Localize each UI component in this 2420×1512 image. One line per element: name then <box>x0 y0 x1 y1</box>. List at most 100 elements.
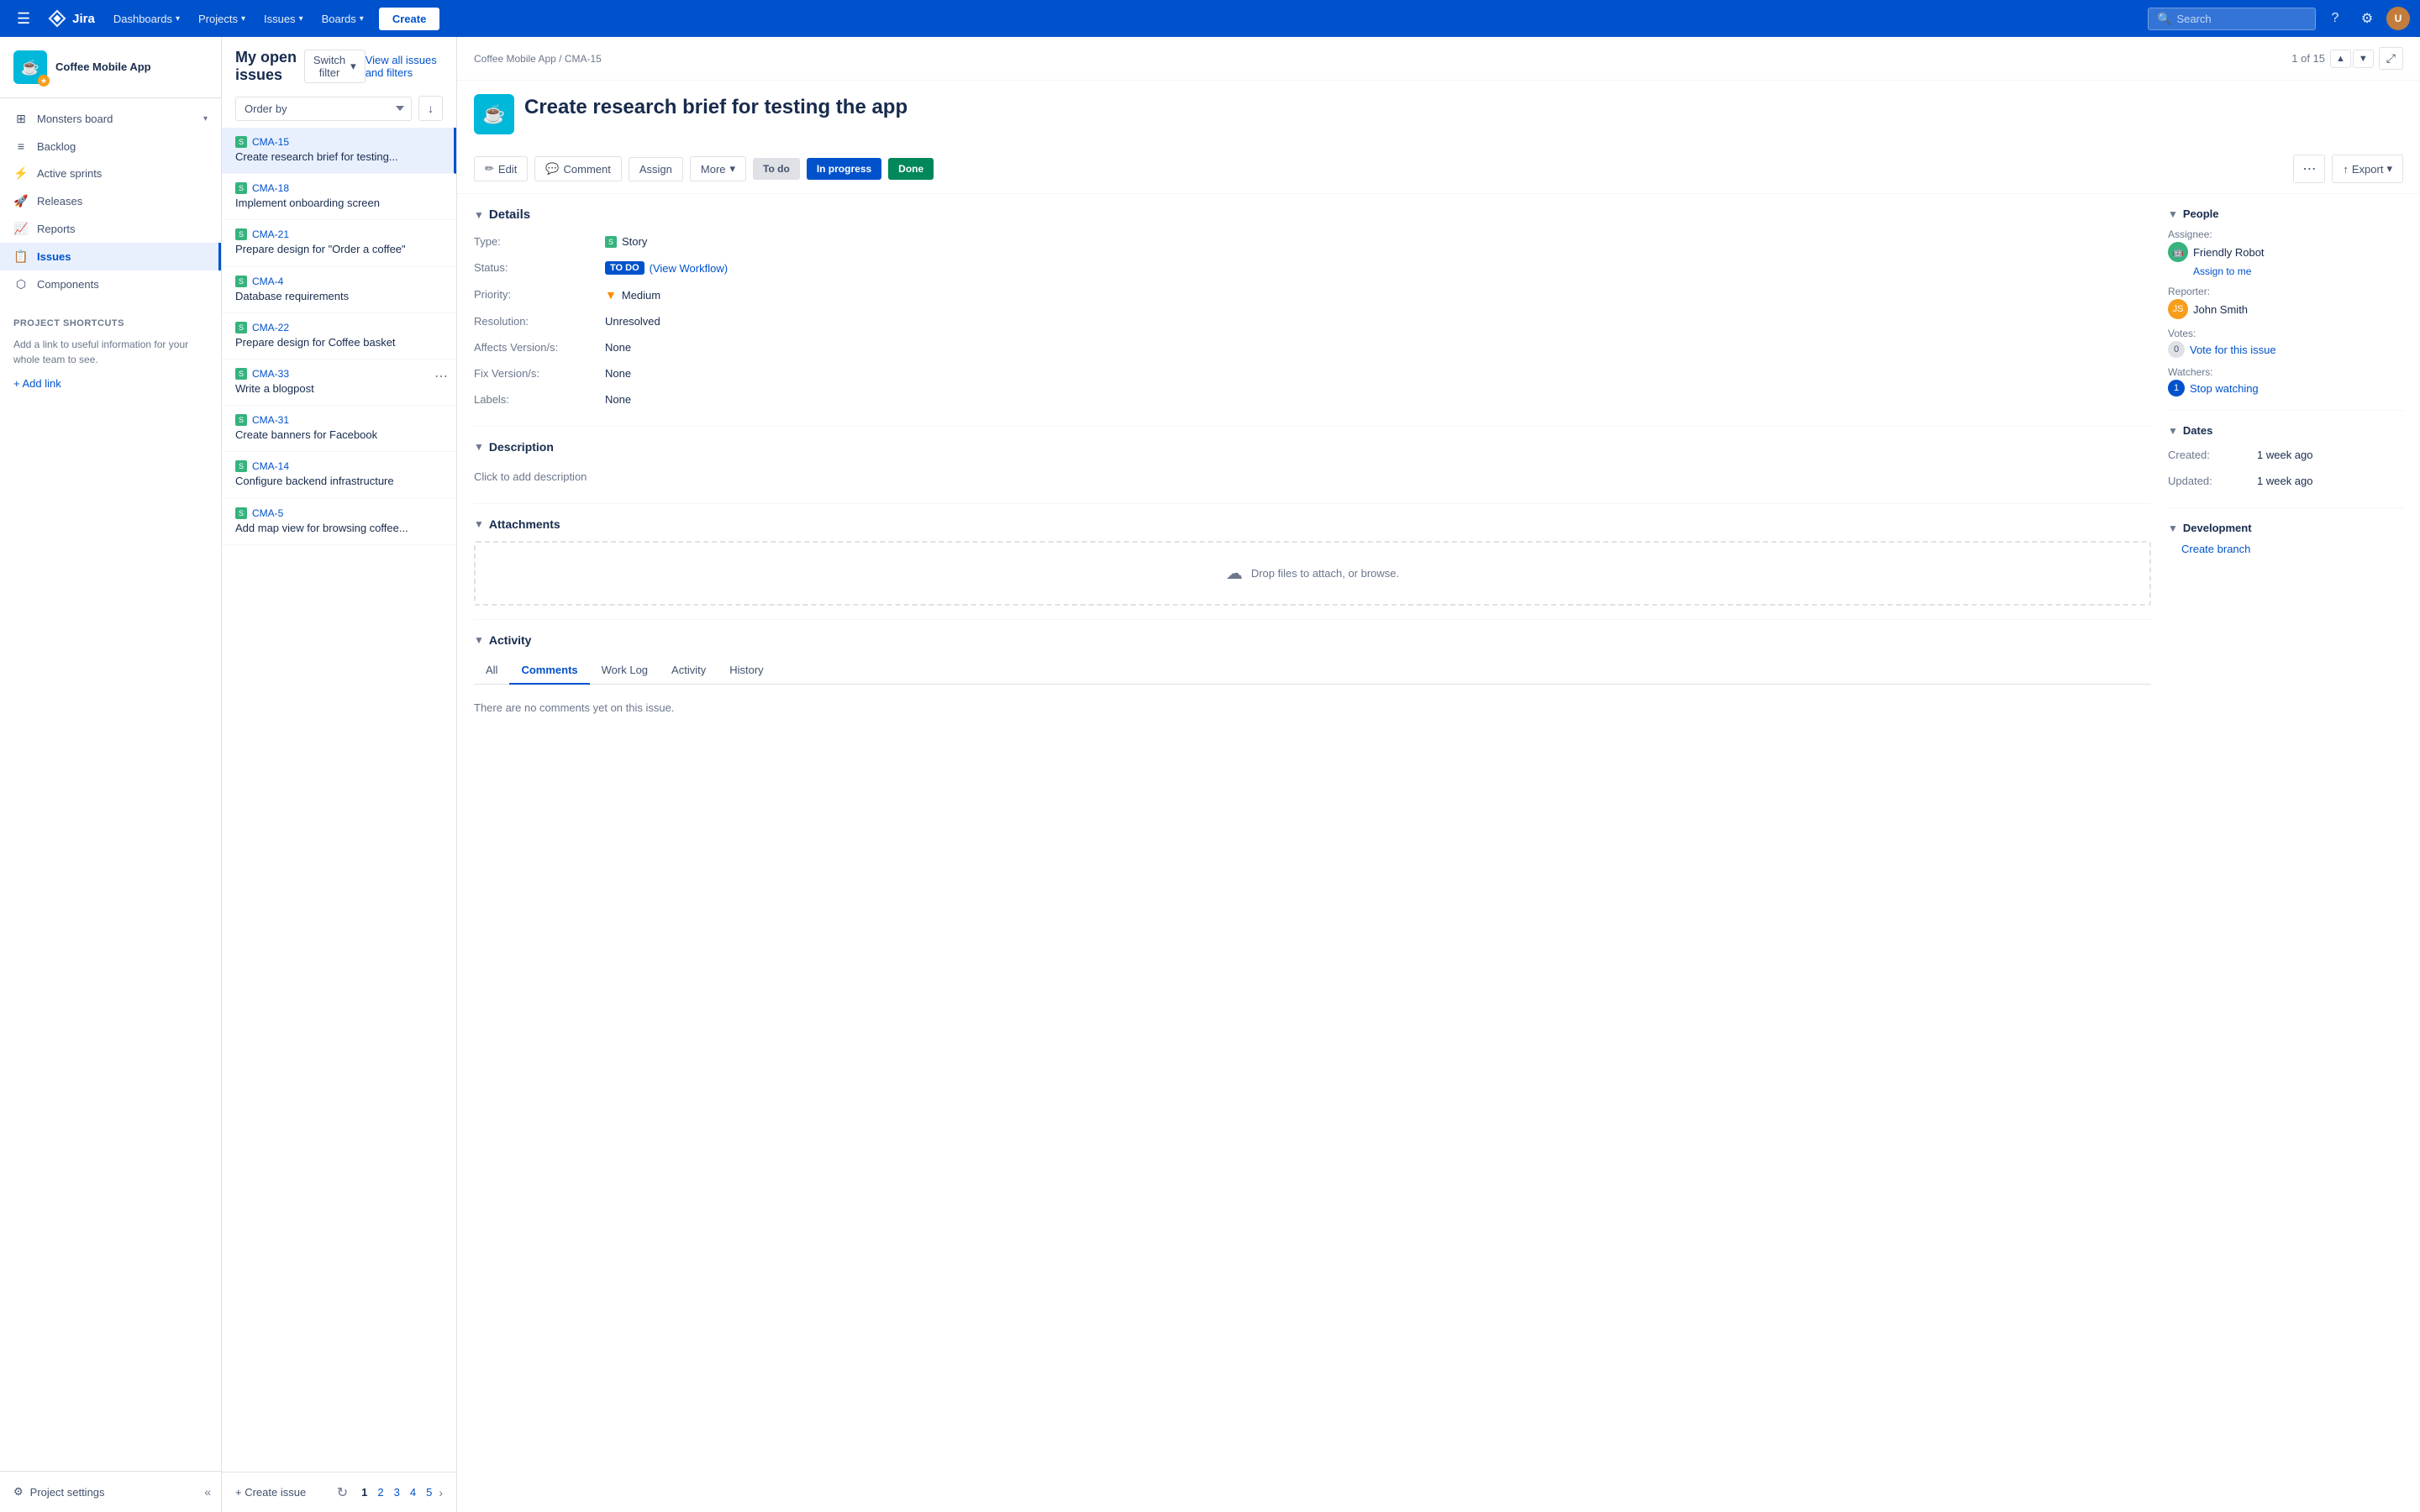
refresh-icon[interactable]: ↻ <box>337 1484 348 1501</box>
tab-all[interactable]: All <box>474 657 509 685</box>
nav-projects[interactable]: Projects ▾ <box>190 8 254 30</box>
type-value: S Story <box>605 232 2151 251</box>
done-button[interactable]: Done <box>888 158 934 180</box>
updated-value: 1 week ago <box>2257 471 2403 491</box>
page-5[interactable]: 5 <box>423 1484 435 1500</box>
top-navigation: ☰ Jira Dashboards ▾ Projects ▾ Issues ▾ … <box>0 0 2420 37</box>
type-label: Type: <box>474 232 592 251</box>
export-icon: ↑ <box>2343 163 2349 176</box>
page-3[interactable]: 3 <box>391 1484 403 1500</box>
sidebar-item-components[interactable]: ⬡ Components <box>0 270 221 298</box>
sidebar-item-issues[interactable]: 📋 Issues <box>0 243 221 270</box>
drop-text: Drop files to attach, or browse. <box>1251 567 1399 580</box>
create-branch-link[interactable]: Create branch <box>2168 543 2403 555</box>
breadcrumb[interactable]: Coffee Mobile App / CMA-15 <box>474 53 602 65</box>
page-4[interactable]: 4 <box>407 1484 419 1500</box>
watchers-field: Watchers: 1 Stop watching <box>2168 366 2403 396</box>
attachments-section-header[interactable]: ▼ Attachments <box>474 517 2151 531</box>
issue-item-cma33[interactable]: S CMA-33 Write a blogpost ⋯ <box>222 360 456 406</box>
expand-button[interactable]: ⤢ <box>2379 47 2403 70</box>
development-section-header[interactable]: ▼ Development <box>2168 522 2403 534</box>
export-button[interactable]: ↑ Export ▾ <box>2332 155 2403 183</box>
tab-comments[interactable]: Comments <box>509 657 589 685</box>
create-button[interactable]: Create <box>379 8 439 30</box>
issue-item-cma31[interactable]: S CMA-31 Create banners for Facebook <box>222 406 456 452</box>
sidebar-item-active-sprints[interactable]: ⚡ Active sprints <box>0 160 221 187</box>
order-controls: Order by Created Updated Priority ↓ <box>222 89 456 128</box>
tab-history[interactable]: History <box>718 657 775 685</box>
edit-button[interactable]: ✏ Edit <box>474 156 528 181</box>
view-workflow-link[interactable]: (View Workflow) <box>650 262 728 275</box>
order-direction-button[interactable]: ↓ <box>418 96 443 121</box>
issue-title-cma4: Database requirements <box>235 289 443 304</box>
sidebar-item-reports[interactable]: 📈 Reports <box>0 215 221 243</box>
issue-title-cma18: Implement onboarding screen <box>235 196 443 211</box>
issue-item-cma22[interactable]: S CMA-22 Prepare design for Coffee baske… <box>222 313 456 360</box>
page-2[interactable]: 2 <box>374 1484 387 1500</box>
issue-item-cma14[interactable]: S CMA-14 Configure backend infrastructur… <box>222 452 456 498</box>
jira-logo[interactable]: Jira <box>40 5 102 32</box>
page-1[interactable]: 1 <box>358 1484 371 1500</box>
top-nav-right: 🔍 ? ⚙ U <box>2148 6 2410 31</box>
nav-boards[interactable]: Boards ▾ <box>313 8 372 30</box>
user-avatar[interactable]: U <box>2386 7 2410 30</box>
search-input[interactable] <box>2176 13 2307 25</box>
issue-dots-cma33[interactable]: ⋯ <box>434 368 448 385</box>
issue-item-cma5[interactable]: S CMA-5 Add map view for browsing coffee… <box>222 499 456 545</box>
menu-icon[interactable]: ☰ <box>10 7 37 31</box>
sidebar-label-components: Components <box>37 278 99 291</box>
dates-section-header[interactable]: ▼ Dates <box>2168 424 2403 437</box>
details-toggle-icon: ▼ <box>474 209 484 221</box>
issue-item-cma18[interactable]: S CMA-18 Implement onboarding screen <box>222 174 456 220</box>
issue-item-cma15[interactable]: S CMA-15 Create research brief for testi… <box>222 128 456 174</box>
search-box[interactable]: 🔍 <box>2148 8 2316 30</box>
sidebar-collapse-button[interactable]: « <box>194 1478 221 1505</box>
sidebar-item-monsters-board[interactable]: ⊞ Monsters board ▾ <box>0 105 221 133</box>
inprogress-button[interactable]: In progress <box>807 158 881 180</box>
tab-worklog[interactable]: Work Log <box>590 657 660 685</box>
description-toggle-icon: ▼ <box>474 441 484 453</box>
issue-item-cma4[interactable]: S CMA-4 Database requirements <box>222 267 456 313</box>
settings-button[interactable]: ⚙ <box>2354 6 2380 31</box>
issue-id-cma5: S CMA-5 <box>235 507 443 519</box>
view-all-issues-link[interactable]: View all issues and filters <box>366 54 443 79</box>
votes-badge: 0 <box>2168 341 2185 358</box>
add-link-button[interactable]: + Add link <box>0 374 221 400</box>
people-section-header[interactable]: ▼ People <box>2168 207 2403 220</box>
switch-filter-button[interactable]: Switch filter ▾ <box>304 50 366 83</box>
comment-button[interactable]: 💬 Comment <box>534 156 622 181</box>
details-section-header[interactable]: ▼ Details <box>474 207 2151 222</box>
todo-button[interactable]: To do <box>753 158 800 180</box>
assign-button[interactable]: Assign <box>629 157 683 181</box>
share-button[interactable]: ⋯ <box>2293 155 2325 183</box>
description-placeholder[interactable]: Click to add description <box>474 464 2151 490</box>
cloud-upload-icon: ☁ <box>1226 563 1243 584</box>
tab-activity[interactable]: Activity <box>660 657 718 685</box>
jira-logo-text: Jira <box>72 12 95 26</box>
priority-icon: ▼ <box>605 288 617 302</box>
nav-issues[interactable]: Issues ▾ <box>255 8 312 30</box>
project-settings-button[interactable]: ⚙ Project settings <box>0 1478 194 1505</box>
attachments-dropzone[interactable]: ☁ Drop files to attach, or browse. <box>474 541 2151 606</box>
section-divider-5 <box>2168 507 2403 508</box>
dates-fields: Created: 1 week ago Updated: 1 week ago <box>2168 445 2403 491</box>
sidebar-item-releases[interactable]: 🚀 Releases <box>0 187 221 215</box>
create-issue-button[interactable]: + Create issue <box>235 1481 306 1504</box>
help-button[interactable]: ? <box>2323 6 2348 31</box>
issue-item-cma21[interactable]: S CMA-21 Prepare design for "Order a cof… <box>222 220 456 266</box>
sidebar-label-issues: Issues <box>37 250 71 263</box>
issue-id-cma14: S CMA-14 <box>235 460 443 472</box>
issue-prev-button[interactable]: ▲ <box>2330 50 2351 68</box>
description-section-header[interactable]: ▼ Description <box>474 440 2151 454</box>
issue-next-button[interactable]: ▼ <box>2353 50 2374 68</box>
stop-watching-link[interactable]: Stop watching <box>2190 382 2259 395</box>
boards-caret: ▾ <box>360 14 364 24</box>
vote-link[interactable]: Vote for this issue <box>2190 344 2276 356</box>
order-by-select[interactable]: Order by Created Updated Priority <box>235 97 412 121</box>
nav-dashboards[interactable]: Dashboards ▾ <box>105 8 188 30</box>
more-button[interactable]: More ▾ <box>690 156 746 181</box>
pagination-next-icon[interactable]: › <box>439 1486 443 1499</box>
sidebar-item-backlog[interactable]: ≡ Backlog <box>0 133 221 160</box>
assign-to-me-link[interactable]: Assign to me <box>2193 265 2403 277</box>
pagination: 1 2 3 4 5 › <box>355 1484 443 1500</box>
